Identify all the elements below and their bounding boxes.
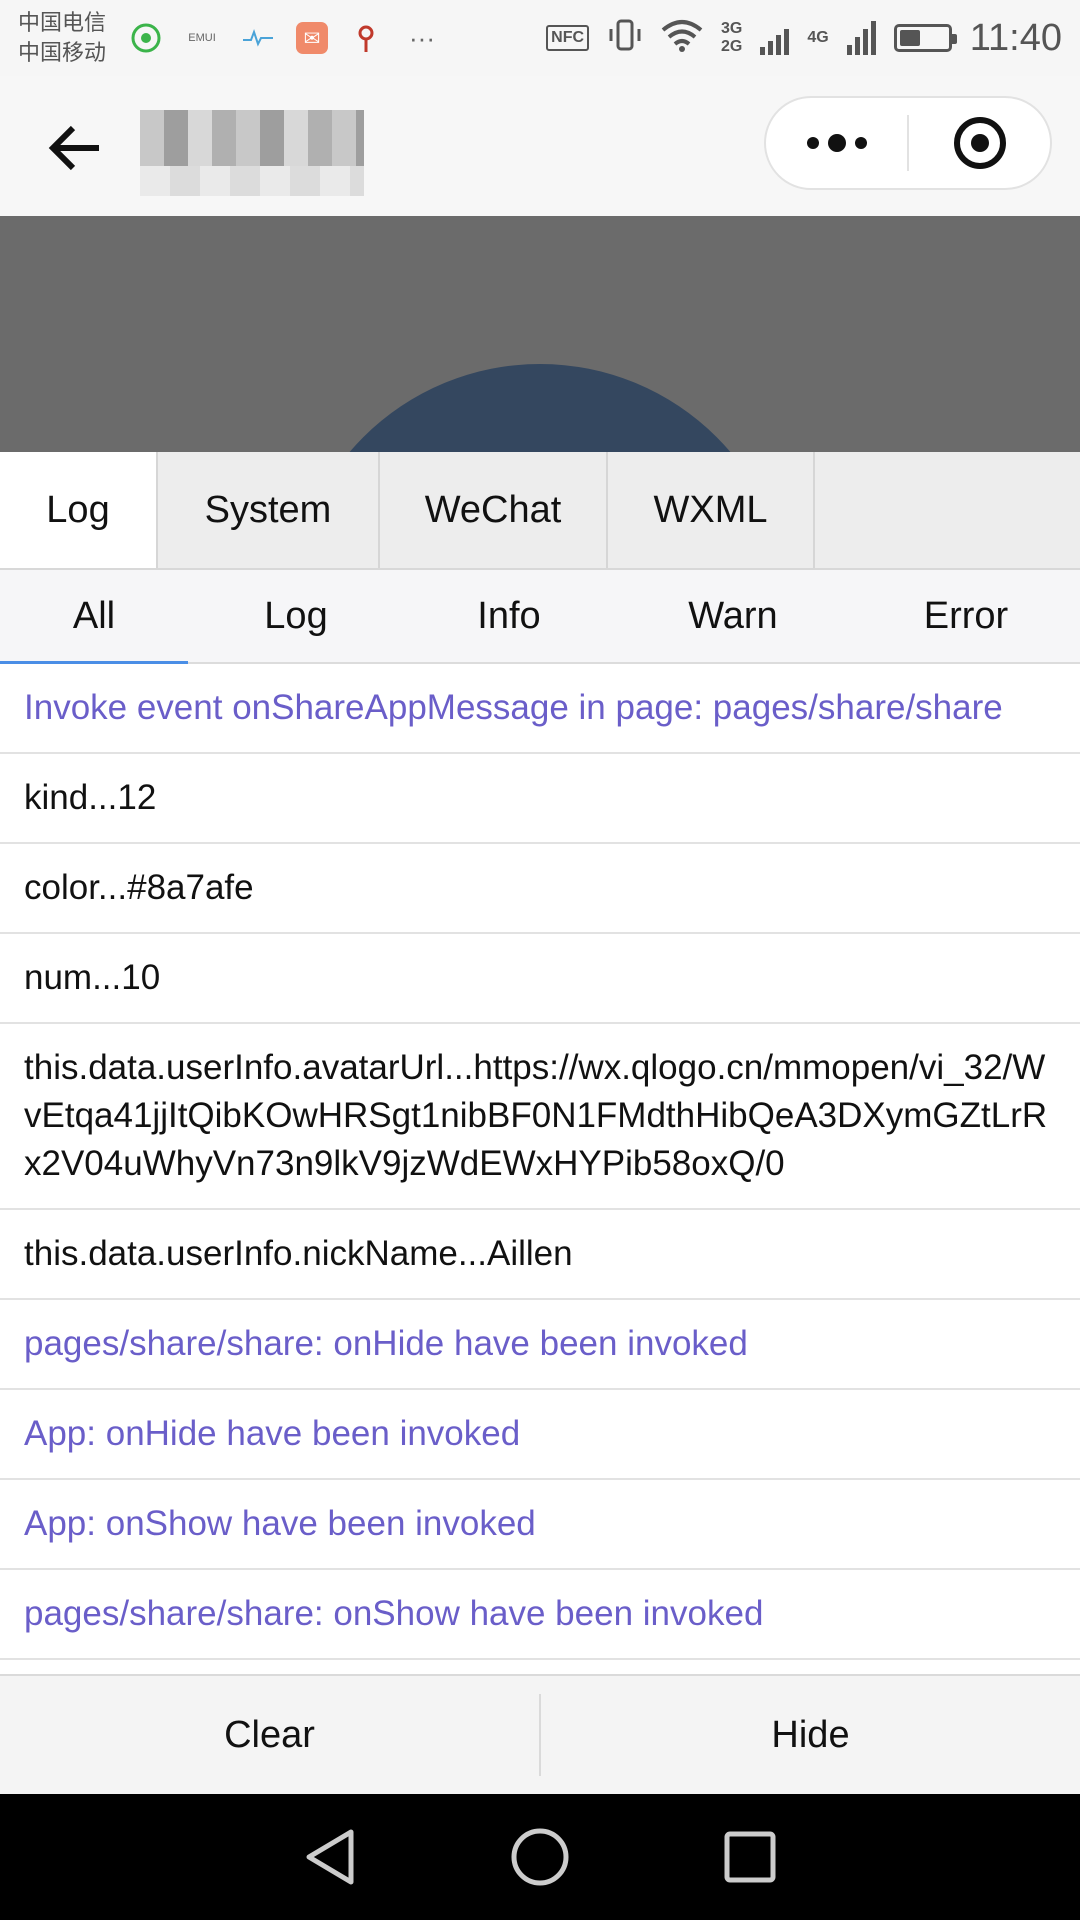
filter-warn[interactable]: Warn <box>614 570 852 662</box>
android-home-button[interactable] <box>510 1827 570 1887</box>
log-entry: this.data.userInfo.nickName...Aillen <box>0 1210 1080 1300</box>
tab-system[interactable]: System <box>158 452 380 568</box>
signal-bars-icon <box>760 21 790 55</box>
back-button[interactable] <box>40 116 110 180</box>
tab-log[interactable]: Log <box>0 452 158 568</box>
log-entry: num...10 <box>0 934 1080 1024</box>
console-panel: Log System WeChat WXML All Log Info Warn… <box>0 452 1080 1794</box>
recents-square-icon <box>724 1831 776 1883</box>
clear-button[interactable]: Clear <box>0 1676 539 1794</box>
nav-bar <box>0 76 1080 216</box>
log-entry: Invoke event onShareAppMessage in page: … <box>0 664 1080 754</box>
nfc-icon: NFC <box>546 25 590 51</box>
back-triangle-icon <box>306 1829 354 1885</box>
log-entry: App: onHide have been invoked <box>0 1390 1080 1480</box>
battery-fill <box>899 30 921 46</box>
emui-icon: EMUI <box>188 32 216 44</box>
log-filters: All Log Info Warn Error <box>0 570 1080 664</box>
screen: 中国电信 中国移动 EMUI ✉ ··· NFC 3G 2G 4G 11:40 … <box>0 0 1080 1920</box>
hide-button[interactable]: Hide <box>541 1676 1080 1794</box>
filter-info[interactable]: Info <box>404 570 614 662</box>
log-entry: pages/share/share: onShow have been invo… <box>0 1570 1080 1660</box>
log-entry: pages/share/share: onHide have been invo… <box>0 1300 1080 1390</box>
log-entry: App: onShow have been invoked <box>0 1480 1080 1570</box>
signal-bars-4g-icon <box>846 21 876 55</box>
more-dots-icon <box>806 134 867 152</box>
close-button[interactable] <box>909 98 1050 188</box>
back-arrow-icon <box>48 125 99 171</box>
log-entry: color...#8a7afe <box>0 844 1080 934</box>
log-list[interactable]: Invoke event onShareAppMessage in page: … <box>0 664 1080 1692</box>
page-title-blurred <box>140 110 364 166</box>
more-button[interactable] <box>766 98 907 188</box>
app-notification-icon <box>130 22 162 54</box>
close-target-icon <box>953 117 1006 169</box>
carrier-2: 中国移动 <box>18 40 107 65</box>
notification-icons: EMUI ✉ ··· <box>130 22 440 54</box>
status-bar: 中国电信 中国移动 EMUI ✉ ··· NFC 3G 2G 4G 11:40 <box>0 0 1080 76</box>
flower-icon <box>350 22 382 54</box>
filter-log[interactable]: Log <box>188 570 404 662</box>
status-right: NFC 3G 2G 4G 11:40 <box>546 17 1062 60</box>
wifi-icon <box>661 18 703 58</box>
console-actions: Clear Hide <box>0 1674 1080 1794</box>
console-tabs: Log System WeChat WXML <box>0 452 1080 570</box>
mail-icon: ✉ <box>296 22 329 54</box>
health-icon <box>242 22 274 54</box>
vibrate-icon <box>607 17 643 59</box>
home-circle-icon <box>511 1828 569 1886</box>
carrier-1: 中国电信 <box>18 10 107 35</box>
page-background <box>0 216 1080 452</box>
net-2g: 2G <box>721 38 743 55</box>
carrier-info: 中国电信 中国移动 <box>18 8 106 68</box>
filter-all[interactable]: All <box>0 570 188 664</box>
tab-wechat[interactable]: WeChat <box>380 452 608 568</box>
page-avatar-circle <box>290 364 790 452</box>
clock: 11:40 <box>969 16 1062 59</box>
filter-error[interactable]: Error <box>852 570 1080 662</box>
page-subtitle-blurred <box>140 166 364 196</box>
network-4g-label: 4G <box>807 29 828 47</box>
menu-capsule <box>764 96 1052 190</box>
network-type-label: 3G 2G <box>721 20 742 56</box>
net-4g: 4G <box>807 29 829 46</box>
android-nav-bar <box>0 1794 1080 1920</box>
net-3g: 3G <box>721 20 743 37</box>
more-notifications-icon: ··· <box>409 22 435 53</box>
log-entry: this.data.userInfo.avatarUrl...https://w… <box>0 1024 1080 1210</box>
battery-icon <box>893 24 957 52</box>
log-entry: kind...12 <box>0 754 1080 844</box>
tab-wxml[interactable]: WXML <box>608 452 815 568</box>
android-recents-button[interactable] <box>720 1827 780 1887</box>
android-back-button[interactable] <box>300 1827 360 1887</box>
